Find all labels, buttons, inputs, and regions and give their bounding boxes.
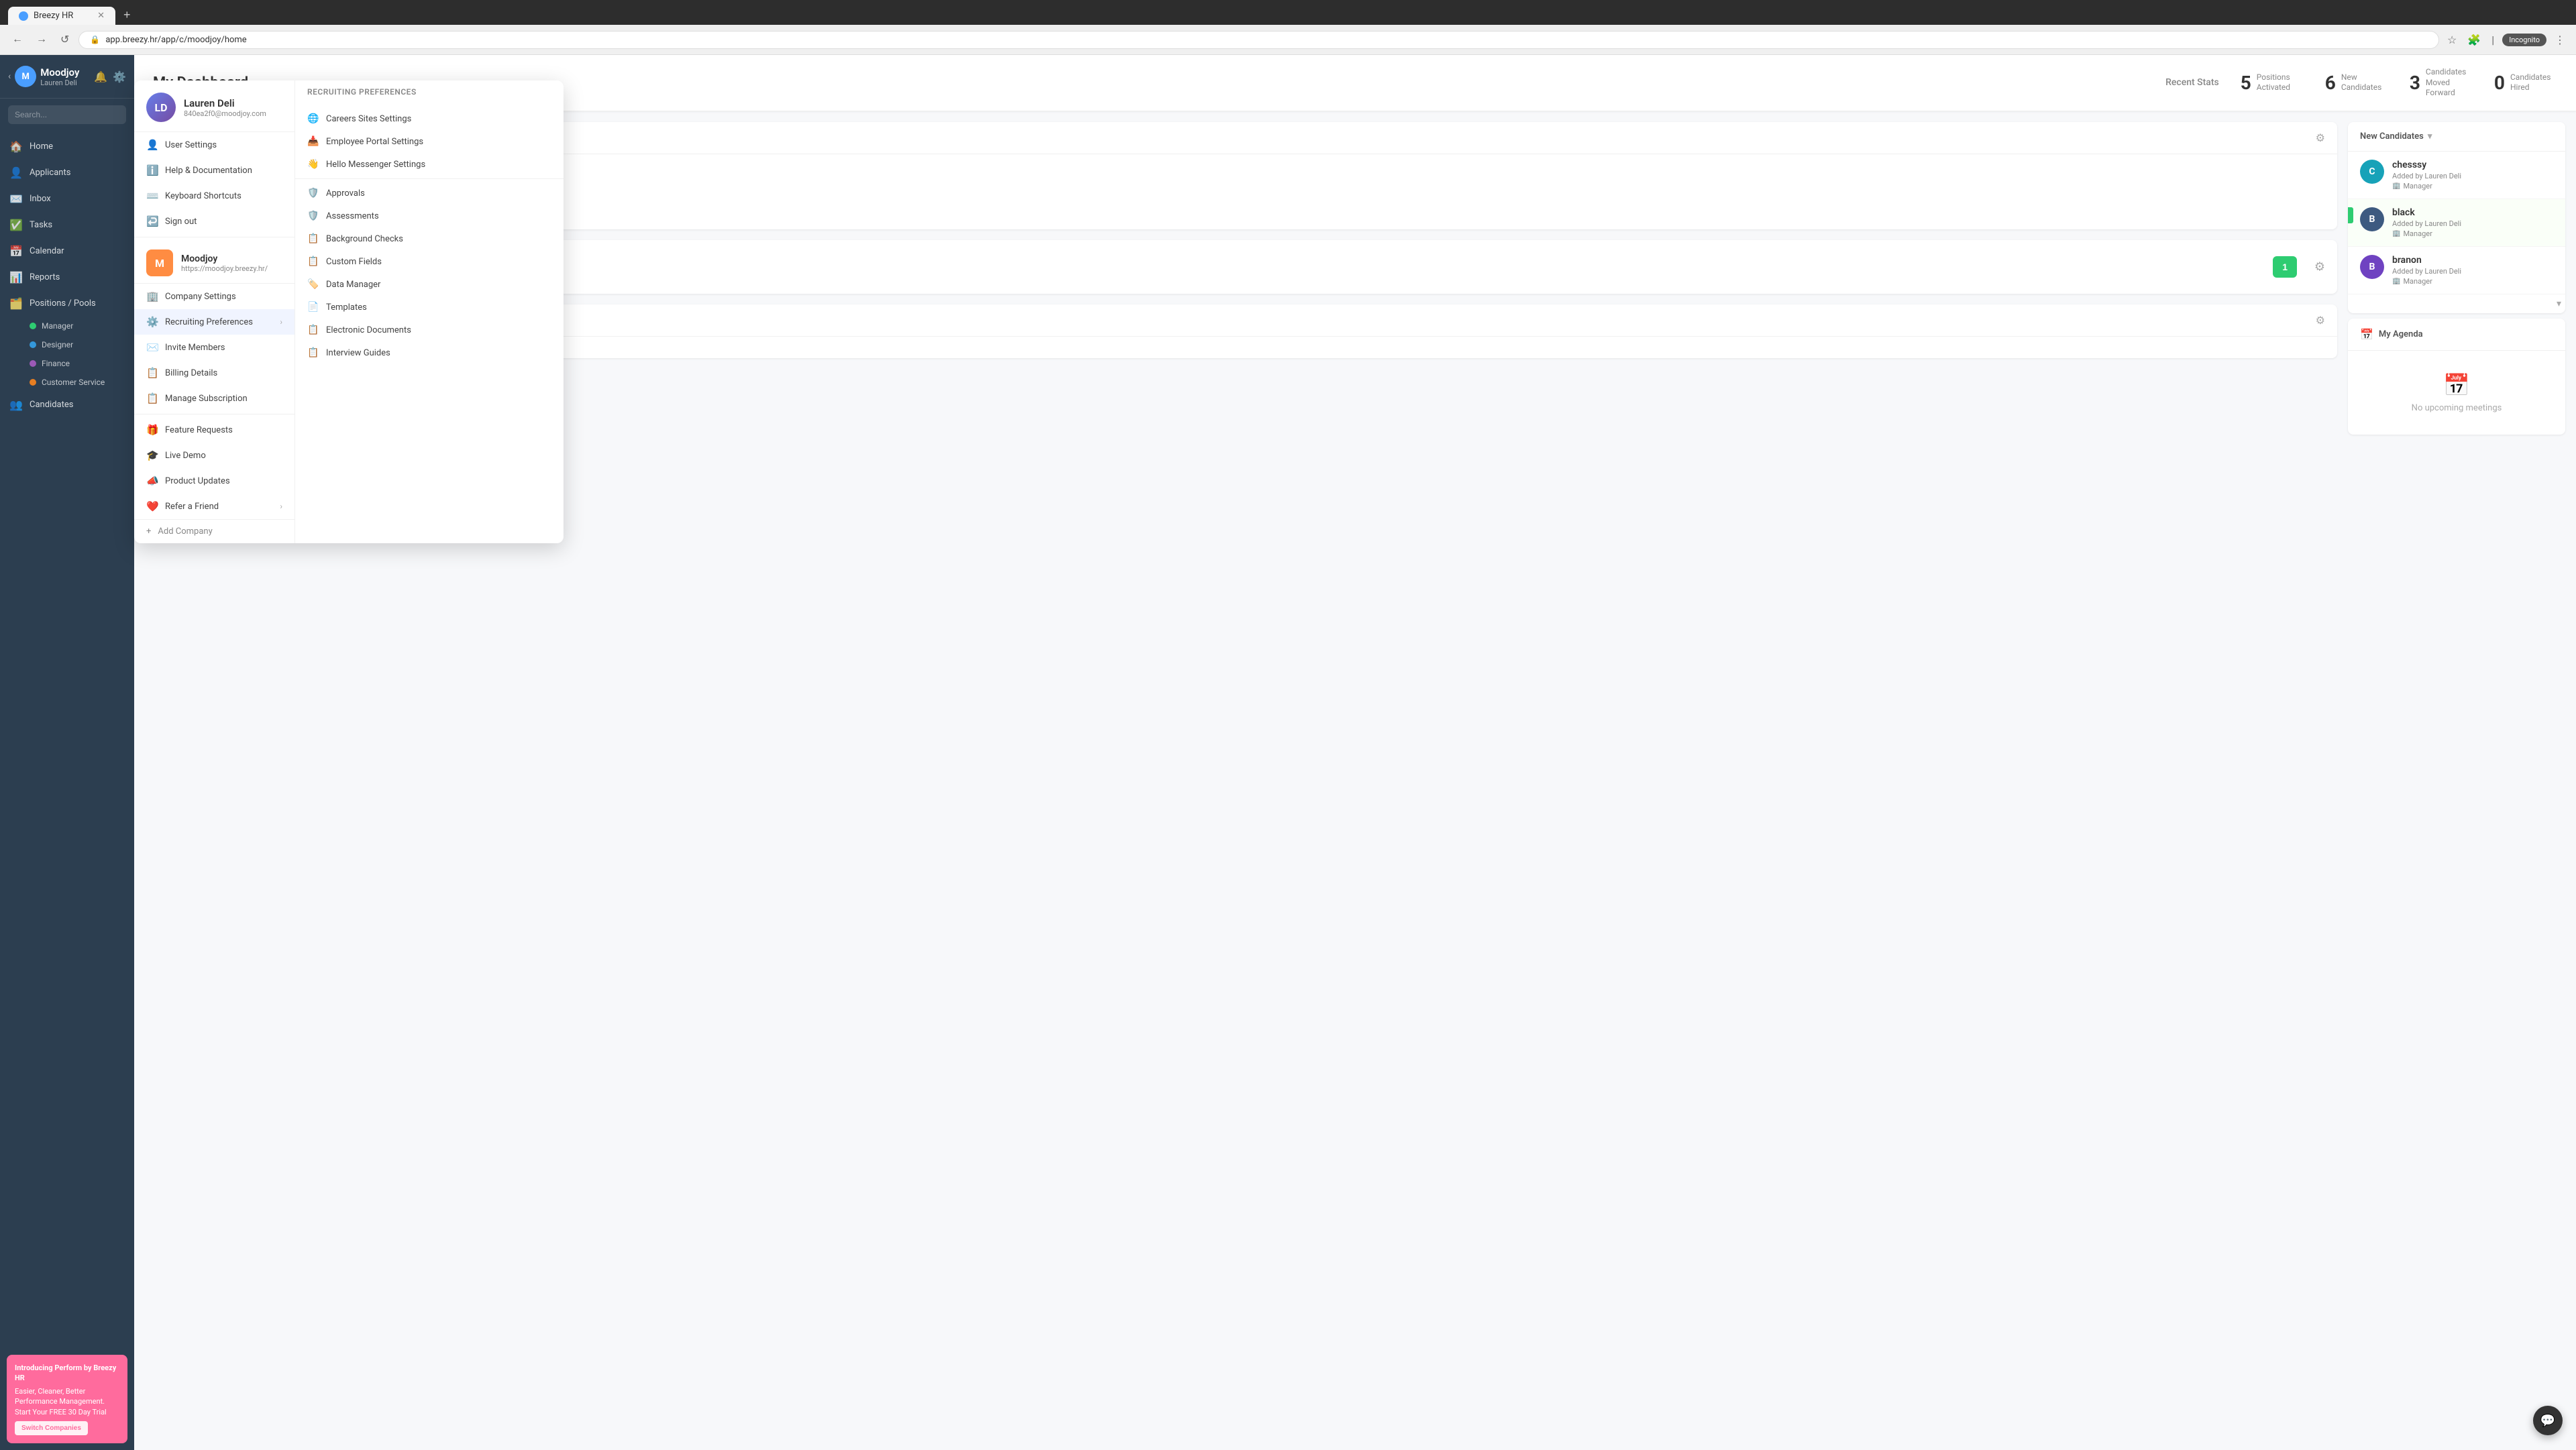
recruit-electronic-docs[interactable]: 📋 Electronic Documents [295,319,564,341]
refer-label: Refer a Friend [165,502,219,512]
company-avatar: M [146,249,173,276]
background-checks-icon: 📋 [307,233,319,244]
keyboard-icon: ⌨️ [146,190,158,202]
recruit-background[interactable]: 📋 Background Checks [295,227,564,250]
billing-label: Billing Details [165,368,217,378]
user-settings-label: User Settings [165,140,217,150]
menu-signout[interactable]: ↩️ Sign out [134,209,294,234]
menu-invite[interactable]: ✉️ Invite Members [134,335,294,360]
add-company-btn[interactable]: + Add Company [134,519,294,543]
invite-label: Invite Members [165,343,225,353]
product-updates-icon: 📣 [146,475,158,487]
chat-bubble-btn[interactable]: 💬 [2533,1406,2563,1435]
menu-product-updates[interactable]: 📣 Product Updates [134,468,294,494]
approvals-label: Approvals [326,188,365,199]
recruit-data-manager[interactable]: 🏷️ Data Manager [295,273,564,296]
careers-sites-label: Careers Sites Settings [326,114,411,124]
data-manager-icon: 🏷️ [307,279,319,290]
user-info: Lauren Deli 840ea2f0@moodjoy.com [184,97,266,118]
custom-fields-icon: 📋 [307,256,319,267]
assessments-icon: 🛡️ [307,211,319,221]
menu-live-demo[interactable]: 🎓 Live Demo [134,443,294,468]
assessments-label: Assessments [326,211,379,221]
menu-user-settings[interactable]: 👤 User Settings [134,132,294,158]
menu-help[interactable]: ℹ️ Help & Documentation [134,158,294,183]
menu-billing[interactable]: 📋 Billing Details [134,360,294,386]
background-checks-label: Background Checks [326,234,403,244]
menu-recruiting-prefs[interactable]: ⚙️ Recruiting Preferences › [134,309,294,335]
dropdown-menu: LD Lauren Deli 840ea2f0@moodjoy.com 👤 Us… [134,80,564,543]
recruit-interview-guides[interactable]: 📋 Interview Guides [295,341,564,364]
interview-guides-icon: 📋 [307,347,319,358]
company-settings-icon: 🏢 [146,290,158,302]
hello-messenger-icon: 👋 [307,159,319,170]
subscription-icon: 📋 [146,392,158,404]
recruit-section-title: Recruiting Preferences [295,80,564,101]
feature-requests-label: Feature Requests [165,425,233,435]
menu-subscription[interactable]: 📋 Manage Subscription [134,386,294,411]
careers-sites-icon: 🌐 [307,113,319,124]
subscription-label: Manage Subscription [165,394,248,404]
templates-label: Templates [326,302,367,313]
keyboard-label: Keyboard Shortcuts [165,191,241,201]
user-settings-icon: 👤 [146,139,158,151]
menu-refer[interactable]: ❤️ Refer a Friend › [134,494,294,519]
user-email: 840ea2f0@moodjoy.com [184,109,266,118]
recruit-hello-messenger[interactable]: 👋 Hello Messenger Settings [295,153,564,176]
recruiting-prefs-arrow: › [280,317,282,327]
refer-arrow: › [280,502,282,511]
electronic-docs-icon: 📋 [307,325,319,335]
invite-icon: ✉️ [146,341,158,353]
recruit-custom-fields[interactable]: 📋 Custom Fields [295,250,564,273]
employee-portal-label: Employee Portal Settings [326,137,423,147]
data-manager-label: Data Manager [326,280,380,290]
menu-feature-requests[interactable]: 🎁 Feature Requests [134,417,294,443]
refer-icon: ❤️ [146,500,158,512]
company-name: Moodjoy [181,254,268,264]
product-updates-label: Product Updates [165,476,230,486]
help-label: Help & Documentation [165,166,252,176]
company-info: Moodjoy https://moodjoy.breezy.hr/ [181,254,268,273]
recruit-approvals[interactable]: 🛡️ Approvals [295,182,564,205]
menu-left: LD Lauren Deli 840ea2f0@moodjoy.com 👤 Us… [134,80,295,543]
approvals-icon: 🛡️ [307,188,319,199]
custom-fields-label: Custom Fields [326,257,382,267]
help-icon: ℹ️ [146,164,158,176]
live-demo-icon: 🎓 [146,449,158,461]
company-url: https://moodjoy.breezy.hr/ [181,264,268,273]
billing-icon: 📋 [146,367,158,379]
add-company-label: Add Company [158,526,212,537]
company-header: M Moodjoy https://moodjoy.breezy.hr/ [134,240,294,284]
recruit-divider-1 [295,178,564,179]
recruit-employee-portal[interactable]: 📥 Employee Portal Settings [295,130,564,153]
menu-company-settings[interactable]: 🏢 Company Settings [134,284,294,309]
signout-label: Sign out [165,217,197,227]
add-icon: + [146,526,151,537]
signout-icon: ↩️ [146,215,158,227]
templates-icon: 📄 [307,302,319,313]
feature-requests-icon: 🎁 [146,424,158,436]
recruit-careers-sites[interactable]: 🌐 Careers Sites Settings [295,107,564,130]
hello-messenger-label: Hello Messenger Settings [326,160,425,170]
menu-keyboard[interactable]: ⌨️ Keyboard Shortcuts [134,183,294,209]
user-header: LD Lauren Deli 840ea2f0@moodjoy.com [134,80,294,132]
user-name: Lauren Deli [184,97,266,109]
recruit-assessments[interactable]: 🛡️ Assessments [295,205,564,227]
interview-guides-label: Interview Guides [326,348,390,358]
employee-portal-icon: 📥 [307,136,319,147]
user-avatar-large: LD [146,93,176,122]
recruit-templates[interactable]: 📄 Templates [295,296,564,319]
recruiting-prefs-icon: ⚙️ [146,316,158,328]
recruiting-prefs-label: Recruiting Preferences [165,317,253,327]
live-demo-label: Live Demo [165,451,206,461]
electronic-docs-label: Electronic Documents [326,325,411,335]
menu-right: Recruiting Preferences 🌐 Careers Sites S… [295,80,564,543]
company-settings-label: Company Settings [165,292,236,302]
chat-icon: 💬 [2540,1414,2555,1428]
